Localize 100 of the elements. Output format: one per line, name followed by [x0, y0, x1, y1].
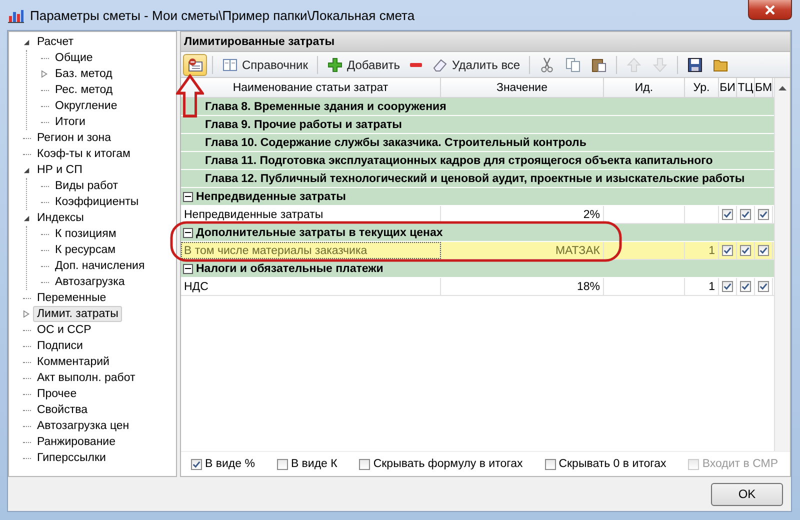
close-icon — [764, 4, 776, 14]
ok-button[interactable]: OK — [711, 482, 783, 506]
column-header[interactable]: Ур. — [685, 78, 719, 97]
chapter-title: Глава 8. Временные здания и сооружения — [204, 100, 446, 112]
book-icon — [222, 56, 238, 72]
collapsed-triangle-icon[interactable] — [41, 70, 48, 78]
table-cell: В том числе материалы заказчика — [181, 242, 441, 259]
tree-item[interactable]: Рес. метод — [51, 82, 117, 98]
column-header[interactable]: Ид. — [604, 78, 685, 97]
column-header[interactable]: ТЦ — [737, 78, 755, 97]
collapse-icon[interactable] — [183, 228, 193, 238]
table-cell: 1 — [685, 242, 719, 259]
column-header[interactable]: БМ — [755, 78, 773, 97]
card-icon — [187, 56, 203, 72]
checkbox[interactable] — [740, 281, 751, 292]
expanded-triangle-icon[interactable] — [23, 214, 30, 222]
copy-icon — [565, 56, 582, 72]
tree-item[interactable]: Доп. начисления — [51, 258, 149, 274]
tree-item[interactable]: Свойства — [33, 402, 92, 418]
tree-item[interactable]: Комментарий — [33, 354, 114, 370]
tree-item[interactable]: Итоги — [51, 114, 90, 130]
checkbox[interactable] — [191, 458, 202, 470]
tree-item[interactable]: Баз. метод — [51, 66, 116, 82]
table-row[interactable]: НДС 18% 1 — [181, 278, 774, 296]
table-cell: НДС — [181, 278, 441, 295]
scissors-icon — [539, 56, 556, 72]
checkbox[interactable] — [758, 281, 769, 292]
table-row[interactable]: В том числе материалы заказчика МАТЗАК 1 — [181, 242, 774, 260]
checkbox[interactable] — [758, 245, 769, 256]
scrollbar[interactable] — [774, 78, 790, 451]
chapter-row[interactable]: Глава 10. Содержание службы заказчика. Строительный контроль — [181, 134, 774, 152]
checkbox-label: Скрывать 0 в итогах — [558, 458, 666, 470]
tree-item[interactable]: Индексы — [33, 210, 88, 226]
tree-item[interactable]: Подписи — [33, 338, 87, 354]
checkbox-label: Скрывать формулу в итогах — [373, 458, 523, 470]
tree-item[interactable]: Лимит. затраты — [33, 306, 122, 322]
chapter-row[interactable]: Глава 9. Прочие работы и затраты — [181, 116, 774, 134]
checkbox[interactable] — [740, 209, 751, 220]
tree-item[interactable]: К ресурсам — [51, 242, 120, 258]
table-cell: Непредвиденные затраты — [181, 206, 441, 223]
down-arrow-icon — [652, 56, 668, 72]
tree-item[interactable]: Переменные — [33, 290, 110, 306]
checkbox[interactable] — [276, 458, 288, 470]
chapter-row[interactable]: Глава 8. Временные здания и сооружения — [181, 98, 774, 116]
toolbar-button[interactable]: Добавить — [323, 54, 404, 76]
tree-item[interactable]: Автозагрузка — [51, 274, 129, 290]
checkbox[interactable] — [544, 458, 556, 470]
plus-icon — [327, 56, 343, 72]
toolbar-button[interactable]: Справочник — [218, 54, 312, 76]
tree-item[interactable]: Округление — [51, 98, 122, 114]
expanded-triangle-icon[interactable] — [23, 166, 30, 174]
tree-item[interactable]: Виды работ — [51, 178, 122, 194]
column-header[interactable]: Значение — [441, 78, 604, 97]
checkbox[interactable] — [722, 209, 733, 220]
checkbox[interactable] — [722, 245, 733, 256]
tree-item[interactable]: Регион и зона — [33, 130, 116, 146]
checkbox-label: В виде % — [205, 458, 255, 470]
eraser-icon — [432, 56, 448, 72]
toolbar-button[interactable]: Удалить все — [428, 54, 524, 76]
tree-item[interactable]: Ранжирование — [33, 434, 120, 450]
column-header[interactable]: БИ — [719, 78, 737, 97]
up-arrow-icon — [626, 56, 642, 72]
tree-item[interactable]: Гиперссылки — [33, 450, 110, 466]
chapter-row[interactable]: Глава 11. Подготовка эксплуатационных кадров для строящегося объекта капитального — [181, 152, 774, 170]
checkbox[interactable] — [722, 281, 733, 292]
close-button[interactable] — [748, 0, 792, 20]
collapse-icon[interactable] — [183, 192, 193, 202]
group-row[interactable]: Дополнительные затраты в текущих ценах — [181, 224, 774, 242]
tree-item[interactable]: Расчет — [33, 34, 78, 50]
tree-item[interactable]: НР и СП — [33, 162, 86, 178]
chapter-row[interactable]: Глава 12. Публичный технологический и ценовой аудит, проектные и изыскательские работы — [181, 170, 774, 188]
group-row[interactable]: Непредвиденные затраты — [181, 188, 774, 206]
tree-item[interactable]: Прочее — [33, 386, 81, 402]
checkbox[interactable] — [758, 209, 769, 220]
collapse-icon[interactable] — [183, 264, 193, 274]
group-title: Дополнительные затраты в текущих ценах — [196, 226, 443, 238]
expanded-triangle-icon[interactable] — [23, 38, 30, 46]
tree-item[interactable]: Коэффициенты — [51, 194, 143, 210]
tree-item[interactable]: Автозагрузка цен — [33, 418, 134, 434]
checkbox[interactable] — [740, 245, 751, 256]
group-row[interactable]: Налоги и обязательные платежи — [181, 260, 774, 278]
tree-item[interactable]: К позициям — [51, 226, 120, 242]
tree-item[interactable]: Акт выполн. работ — [33, 370, 140, 386]
table-cell: 2% — [441, 206, 604, 223]
collapsed-triangle-icon[interactable] — [23, 310, 30, 318]
window-title: Параметры сметы - Мои сметы\Пример папки\Локальная смета — [30, 8, 415, 22]
chapter-title: Глава 12. Публичный технологический и ценовой аудит, проектные и изыскательские работы — [204, 172, 745, 184]
tree-item[interactable]: ОС и ССР — [33, 322, 96, 338]
annotation-arrow — [176, 74, 204, 118]
panel-title: Лимитированные затраты — [184, 36, 335, 48]
tree-item[interactable]: Коэф-ты к итогам — [33, 146, 134, 162]
checkbox-label: Входит в СМР — [702, 458, 778, 470]
scroll-up-icon[interactable] — [778, 85, 787, 91]
chapter-title: Глава 10. Содержание службы заказчика. Строительный контроль — [204, 136, 586, 148]
checkbox-label: В виде К — [290, 458, 338, 470]
group-title: Налоги и обязательные платежи — [196, 262, 384, 274]
checkbox[interactable] — [359, 458, 370, 470]
chapter-title: Глава 11. Подготовка эксплуатационных кадров для строящегося объекта капитального — [204, 154, 713, 166]
column-header[interactable]: Наименование статьи затрат — [181, 78, 441, 97]
tree-item[interactable]: Общие — [51, 50, 97, 66]
